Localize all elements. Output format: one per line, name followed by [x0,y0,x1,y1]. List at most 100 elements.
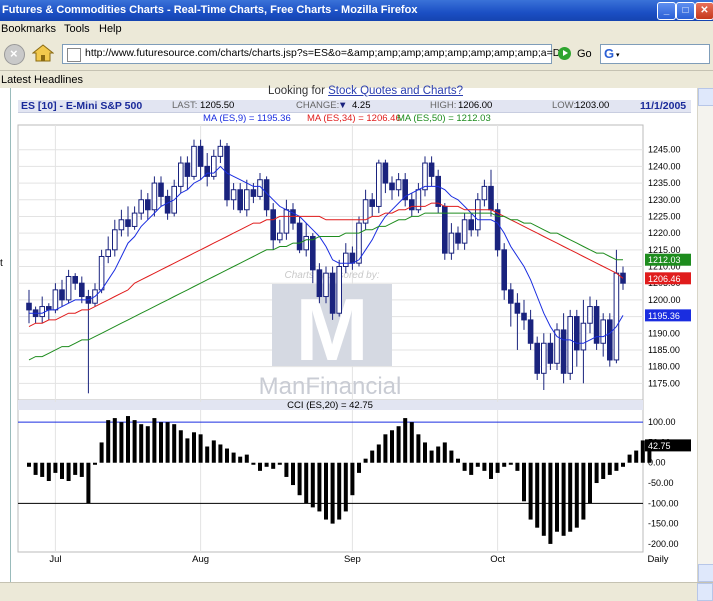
address-bar[interactable]: http://www.futuresource.com/charts/chart… [62,44,567,64]
search-dropdown-icon[interactable]: ▾ [616,51,620,59]
cci-bar [310,462,315,508]
stop-button[interactable]: × [4,44,25,65]
cci-bar [238,456,243,463]
candle-body [422,162,428,191]
candle-body [349,252,356,264]
candle-body [376,162,382,207]
cci-bar [548,462,553,544]
cci-bar [442,442,447,463]
cci-bar [508,462,513,465]
price-tick-label: 1175.00 [648,378,680,388]
candle-body [65,276,72,301]
url-text: http://www.futuresource.com/charts/chart… [85,47,568,59]
price-tick-label: 1190.00 [648,328,680,338]
cci-bar [86,462,91,504]
cci-bar [225,448,229,463]
go-button[interactable]: Go [577,48,592,60]
price-tick-label: 1185.00 [648,345,680,355]
cci-bar [581,462,586,520]
price-tick-label: 1220.00 [648,228,681,238]
cci-bar [172,424,177,463]
candle-body [329,272,336,314]
futures-chart[interactable]: CCI (ES,20) = 42.75 1175.00 1180.00 1185.00… [0,88,697,582]
close-window-button[interactable]: ✕ [695,2,713,20]
cci-bar [363,458,368,463]
cci-bar [211,440,216,463]
candle-body [560,329,567,374]
scroll-down-button[interactable] [698,564,713,582]
search-input[interactable]: G ▾ [600,44,710,64]
candle-body [184,162,191,177]
cci-bar [502,462,507,467]
go-icon[interactable] [558,47,571,60]
candle-body [501,249,507,291]
menu-tools[interactable]: Tools [64,23,90,35]
cci-bar [614,462,619,471]
cci-bar [621,462,625,467]
stop-icon: × [10,46,18,61]
x-axis-label: Sep [344,554,361,565]
cci-bar [330,462,335,524]
cci-bar [574,462,579,528]
candle-body [435,175,441,207]
page-content: t Looking for Stock Quotes and Charts? E… [0,85,697,582]
cci-bar [541,462,546,536]
cci-bar [139,424,144,463]
minimize-button[interactable]: _ [657,2,676,20]
candle-body [125,219,131,227]
cci-bar [231,452,236,463]
cci-bar [53,462,58,473]
scroll-corner [697,583,713,601]
cci-bar [337,462,342,520]
candle-body [164,195,171,214]
cci-bar [27,462,31,467]
cci-bar [258,462,262,471]
cci-title: CCI (ES,20) = 42.75 [287,400,373,411]
cci-bar [304,462,309,504]
vertical-scrollbar[interactable] [697,88,713,582]
cci-bar [350,462,355,496]
cci-bar [112,418,117,463]
price-tag-label: 1195.36 [648,311,680,321]
cci-bar [244,454,249,463]
cci-bar [126,416,130,463]
candle-body [270,209,276,241]
horizontal-scrollbar[interactable] [0,582,713,601]
cci-bar [33,462,38,475]
candle-body [138,199,144,214]
cci-bar [99,442,104,463]
menu-bookmarks[interactable]: Bookmarks [1,23,56,35]
candle-body [283,209,290,234]
home-button[interactable] [31,43,55,63]
cci-bar [73,462,78,475]
cci-bar [106,420,111,463]
cci-bar [601,462,606,479]
menu-help[interactable]: Help [99,23,122,35]
cci-bar [178,430,183,463]
cci-bar [370,450,375,463]
candle-body [230,189,237,201]
menu-bar: Bookmarks Tools Help [0,21,713,38]
cci-tick-label: -100.00 [648,498,679,508]
cci-bar [469,462,474,475]
candle-body [461,219,468,244]
candle-body [296,222,303,251]
candle-body [369,199,375,207]
candle-body [389,182,395,191]
cci-bar [324,462,328,520]
maximize-button[interactable]: □ [676,2,695,20]
candle-body [521,312,527,321]
cci-bar [132,420,137,463]
cci-bar [343,462,348,512]
candle-body [145,199,151,211]
scroll-up-button[interactable] [698,88,713,106]
candle-body [244,189,250,211]
candle-body [118,219,125,231]
candle-body [475,199,481,231]
cci-bar [317,462,322,512]
cci-bar [271,462,276,469]
cci-bar [192,432,196,463]
cci-bar [145,426,150,463]
cci-bar [475,462,480,467]
latest-headlines-link[interactable]: Latest Headlines [1,74,83,86]
